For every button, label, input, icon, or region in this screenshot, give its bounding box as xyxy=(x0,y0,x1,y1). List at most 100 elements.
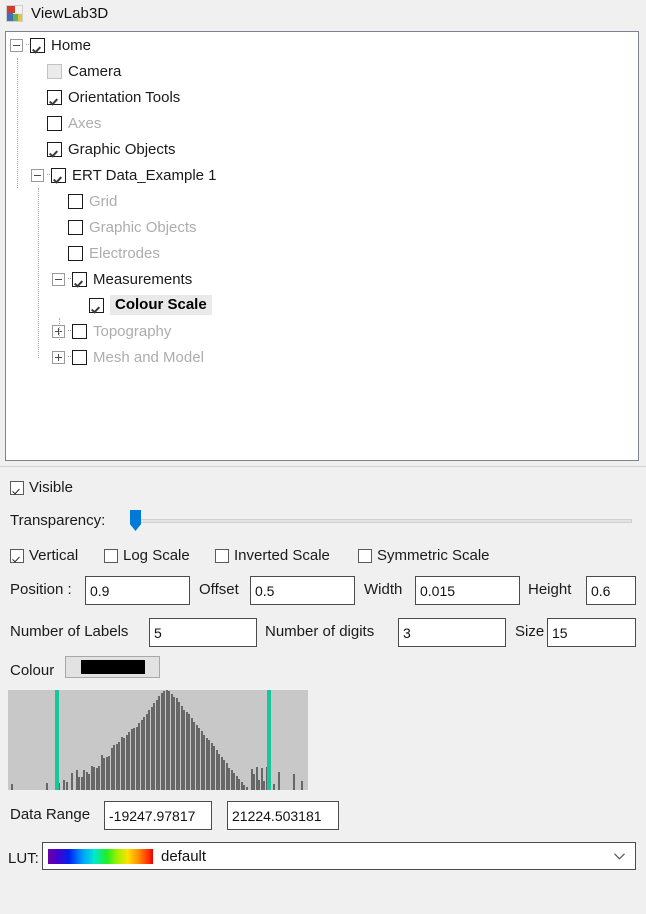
inverted-scale-label: Inverted Scale xyxy=(234,547,330,564)
tree-guide-line xyxy=(26,44,29,46)
offset-label: Offset xyxy=(199,581,239,598)
tree-node-label: ERT Data_Example 1 xyxy=(72,166,217,184)
transparency-slider-handle[interactable] xyxy=(130,510,141,531)
colour-label-row: Colour xyxy=(10,662,54,679)
vertical-label: Vertical xyxy=(29,547,79,564)
data-range-min-input[interactable]: -19247.97817 xyxy=(104,801,212,830)
histogram-bar xyxy=(293,774,296,790)
app-3d-icon xyxy=(6,4,23,22)
size-label: Size xyxy=(515,623,545,640)
position-label: Position : xyxy=(10,581,72,598)
size-input[interactable]: 15 xyxy=(547,618,636,647)
histogram-bar xyxy=(70,773,73,790)
vertical-checkbox[interactable] xyxy=(10,548,24,563)
histogram-max-marker[interactable] xyxy=(266,690,271,790)
lut-gradient-preview xyxy=(48,848,153,864)
lut-select[interactable]: default xyxy=(42,842,636,870)
tree-node-checkbox[interactable] xyxy=(72,349,87,365)
tree-node-checkbox[interactable] xyxy=(51,167,66,183)
tree-node-checkbox[interactable] xyxy=(30,37,45,53)
tree-node-label: Graphic Objects xyxy=(68,140,176,158)
tree-node-graphic-objects[interactable]: Graphic Objects xyxy=(6,214,638,240)
collapse-icon[interactable] xyxy=(10,38,23,52)
number-of-digits-label-row: Number of digits xyxy=(265,623,374,640)
tree-node-grid[interactable]: Grid xyxy=(6,188,638,214)
tree-node-topography[interactable]: Topography xyxy=(6,318,638,344)
offset-input[interactable]: 0.5 xyxy=(250,576,355,605)
colour-picker-button[interactable] xyxy=(65,656,160,678)
data-range-label: Data Range xyxy=(10,806,91,823)
colour-label: Colour xyxy=(10,662,55,679)
tree-node-checkbox[interactable] xyxy=(47,63,62,79)
tree-node-checkbox[interactable] xyxy=(89,297,104,313)
number-of-digits-input[interactable]: 3 xyxy=(398,618,506,647)
tree-node-electrodes[interactable]: Electrodes xyxy=(6,240,638,266)
tree-node-axes[interactable]: Axes xyxy=(6,110,638,136)
number-of-labels-label-row: Number of Labels xyxy=(10,623,128,640)
tree-node-checkbox[interactable] xyxy=(68,193,83,209)
tree-node-checkbox[interactable] xyxy=(72,323,87,339)
tree-node-checkbox[interactable] xyxy=(68,219,83,235)
log-scale-label: Log Scale xyxy=(123,547,190,564)
height-input[interactable]: 0.6 xyxy=(586,576,636,605)
chevron-down-icon[interactable] xyxy=(614,852,625,860)
width-label-row: Width xyxy=(364,581,402,598)
log-scale-checkbox-row[interactable]: Log Scale xyxy=(104,547,190,564)
height-label-row: Height xyxy=(528,581,571,598)
vertical-checkbox-row[interactable]: Vertical xyxy=(10,547,78,564)
collapse-icon[interactable] xyxy=(52,272,65,286)
visible-checkbox-row[interactable]: Visible xyxy=(10,479,73,496)
panel-divider xyxy=(0,466,646,467)
tree-node-checkbox[interactable] xyxy=(47,141,62,157)
position-input[interactable]: 0.9 xyxy=(85,576,190,605)
height-label: Height xyxy=(528,581,572,598)
tree-node-measurements[interactable]: Measurements xyxy=(6,266,638,292)
tree-node-ert-data-example-1[interactable]: ERT Data_Example 1 xyxy=(6,162,638,188)
tree-node-camera[interactable]: Camera xyxy=(6,58,638,84)
collapse-icon[interactable] xyxy=(31,168,44,182)
tree-node-colour-scale[interactable]: Colour Scale xyxy=(6,292,638,318)
tree-node-label: Electrodes xyxy=(89,244,160,262)
tree-node-graphic-objects[interactable]: Graphic Objects xyxy=(6,136,638,162)
offset-label-row: Offset xyxy=(199,581,239,598)
properties-panel: Visible Transparency: Vertical Log Scale… xyxy=(0,468,646,914)
data-range-max-input[interactable]: 21224.503181 xyxy=(227,801,339,830)
symmetric-scale-checkbox[interactable] xyxy=(358,548,372,563)
histogram-bar xyxy=(278,772,281,790)
visible-checkbox[interactable] xyxy=(10,480,24,495)
number-of-labels-input[interactable]: 5 xyxy=(149,618,257,647)
width-input[interactable]: 0.015 xyxy=(415,576,520,605)
histogram-bar xyxy=(10,784,13,790)
scene-tree[interactable]: Home Camera Orientation Tools Axes Graphic O… xyxy=(6,32,638,370)
tree-guide-line xyxy=(68,330,71,332)
tree-node-label: Grid xyxy=(89,192,118,210)
app-title: ViewLab3D xyxy=(31,4,109,22)
tree-node-orientation-tools[interactable]: Orientation Tools xyxy=(6,84,638,110)
tree-node-checkbox[interactable] xyxy=(47,115,62,131)
visible-label: Visible xyxy=(29,479,73,496)
transparency-slider-track[interactable] xyxy=(134,519,632,523)
tree-node-label: Camera xyxy=(68,62,122,80)
tree-node-checkbox[interactable] xyxy=(68,245,83,261)
tree-guide-vertical-leaf xyxy=(59,318,60,340)
inverted-scale-checkbox[interactable] xyxy=(215,548,229,563)
expand-icon[interactable] xyxy=(52,350,65,364)
data-histogram[interactable] xyxy=(8,690,308,790)
histogram-min-marker[interactable] xyxy=(54,690,59,790)
tree-node-checkbox[interactable] xyxy=(47,89,62,105)
number-of-labels-label: Number of Labels xyxy=(10,623,129,640)
tree-guide-line xyxy=(68,278,71,280)
tree-node-label: Graphic Objects xyxy=(89,218,197,236)
inverted-scale-checkbox-row[interactable]: Inverted Scale xyxy=(215,547,330,564)
symmetric-scale-checkbox-row[interactable]: Symmetric Scale xyxy=(358,547,490,564)
tree-node-mesh-and-model[interactable]: Mesh and Model xyxy=(6,344,638,370)
log-scale-checkbox[interactable] xyxy=(104,548,118,563)
histogram-bar xyxy=(245,787,248,790)
tree-node-home[interactable]: Home xyxy=(6,32,638,58)
symmetric-scale-label: Symmetric Scale xyxy=(377,547,490,564)
lut-label-row: LUT: xyxy=(8,850,39,867)
lut-label: LUT: xyxy=(8,850,39,867)
scene-tree-panel[interactable]: Home Camera Orientation Tools Axes Graphic O… xyxy=(5,31,639,461)
tree-node-checkbox[interactable] xyxy=(72,271,87,287)
transparency-label: Transparency: xyxy=(10,512,106,529)
